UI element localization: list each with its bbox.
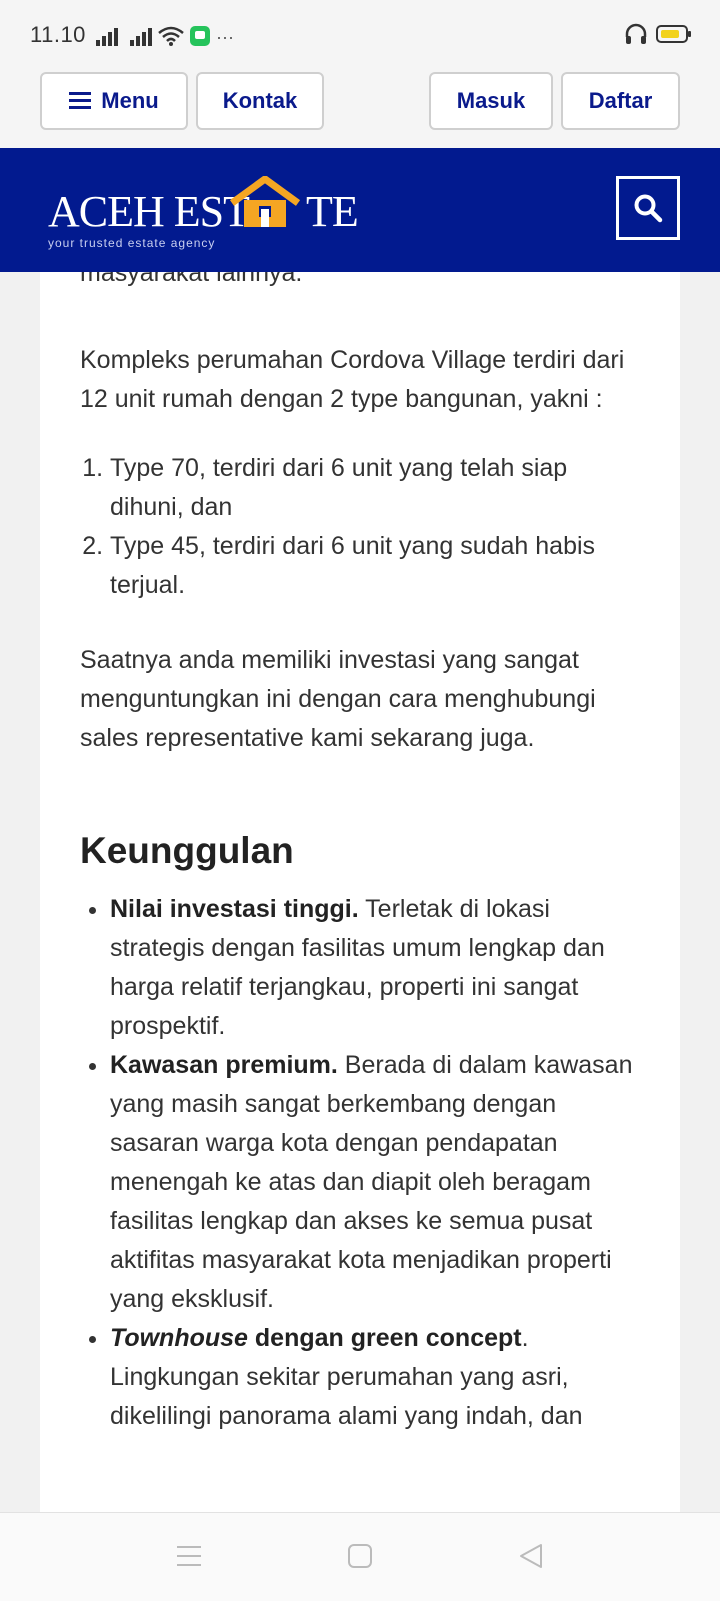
article-paragraph: Saatnya anda memiliki investasi yang san… (80, 646, 596, 752)
masuk-button[interactable]: Masuk (429, 72, 553, 130)
article-content: masyarakat lainnya. Kompleks perumahan C… (80, 272, 640, 1436)
system-nav-bar (0, 1512, 720, 1601)
signal-icon (130, 26, 152, 46)
logo-tagline: your trusted estate agency (48, 236, 216, 250)
nav-menu-icon[interactable] (176, 1543, 202, 1569)
top-button-bar: Menu Kontak Masuk Daftar (0, 56, 720, 148)
status-icons: ··· (96, 20, 234, 46)
list-item: Nilai investasi tinggi. Terletak di loka… (110, 890, 640, 1046)
cut-off-line: masyarakat lainnya. (80, 272, 303, 287)
status-bar: 11.10 ··· (0, 0, 720, 56)
search-icon (634, 194, 663, 223)
list-item: Townhouse dengan green concept. Lingkung… (110, 1319, 640, 1436)
message-icon (190, 26, 210, 46)
article-card: masyarakat lainnya. Kompleks perumahan C… (40, 272, 680, 1512)
battery-icon (656, 25, 691, 43)
more-notifications: ··· (216, 27, 234, 47)
nav-home-icon[interactable] (347, 1543, 373, 1569)
status-time: 11.10 (30, 22, 86, 47)
house-type-list: Type 70, terdiri dari 6 unit yang telah … (80, 449, 640, 605)
feature-title-italic: Townhouse (110, 1324, 248, 1352)
menu-button[interactable]: Menu (40, 72, 188, 130)
nav-back-icon[interactable] (518, 1543, 544, 1569)
site-header: ACEH EST TE your trusted estate agency (0, 148, 720, 272)
headset-icon (625, 23, 647, 44)
daftar-button-label: Daftar (588, 88, 653, 113)
signal-icon (96, 26, 118, 46)
feature-text: Berada di dalam kawasan yang masih sanga… (110, 1051, 633, 1313)
feature-title: Nilai investasi tinggi. (110, 895, 359, 923)
features-list: Nilai investasi tinggi. Terletak di loka… (80, 890, 640, 1436)
section-heading: Keunggulan (80, 830, 294, 871)
daftar-button[interactable]: Daftar (561, 72, 680, 130)
menu-icon (69, 92, 92, 110)
search-button[interactable] (616, 176, 680, 240)
masuk-button-label: Masuk (456, 88, 526, 113)
logo-text-right: TE (306, 187, 359, 236)
kontak-button[interactable]: Kontak (196, 72, 324, 130)
house-icon (229, 176, 301, 227)
wifi-icon (158, 26, 184, 46)
feature-title: Kawasan premium. (110, 1051, 338, 1079)
list-item: Type 70, terdiri dari 6 unit yang telah … (110, 449, 640, 527)
menu-button-label: Menu (101, 88, 159, 113)
status-right (624, 22, 691, 46)
list-item: Kawasan premium. Berada di dalam kawasan… (110, 1046, 640, 1319)
list-item: Type 45, terdiri dari 6 unit yang sudah … (110, 527, 640, 605)
feature-title: dengan green concept (247, 1324, 522, 1352)
logo-text-left: ACEH EST (48, 187, 250, 236)
kontak-button-label: Kontak (222, 88, 298, 113)
article-paragraph: Kompleks perumahan Cordova Village terdi… (80, 346, 625, 413)
